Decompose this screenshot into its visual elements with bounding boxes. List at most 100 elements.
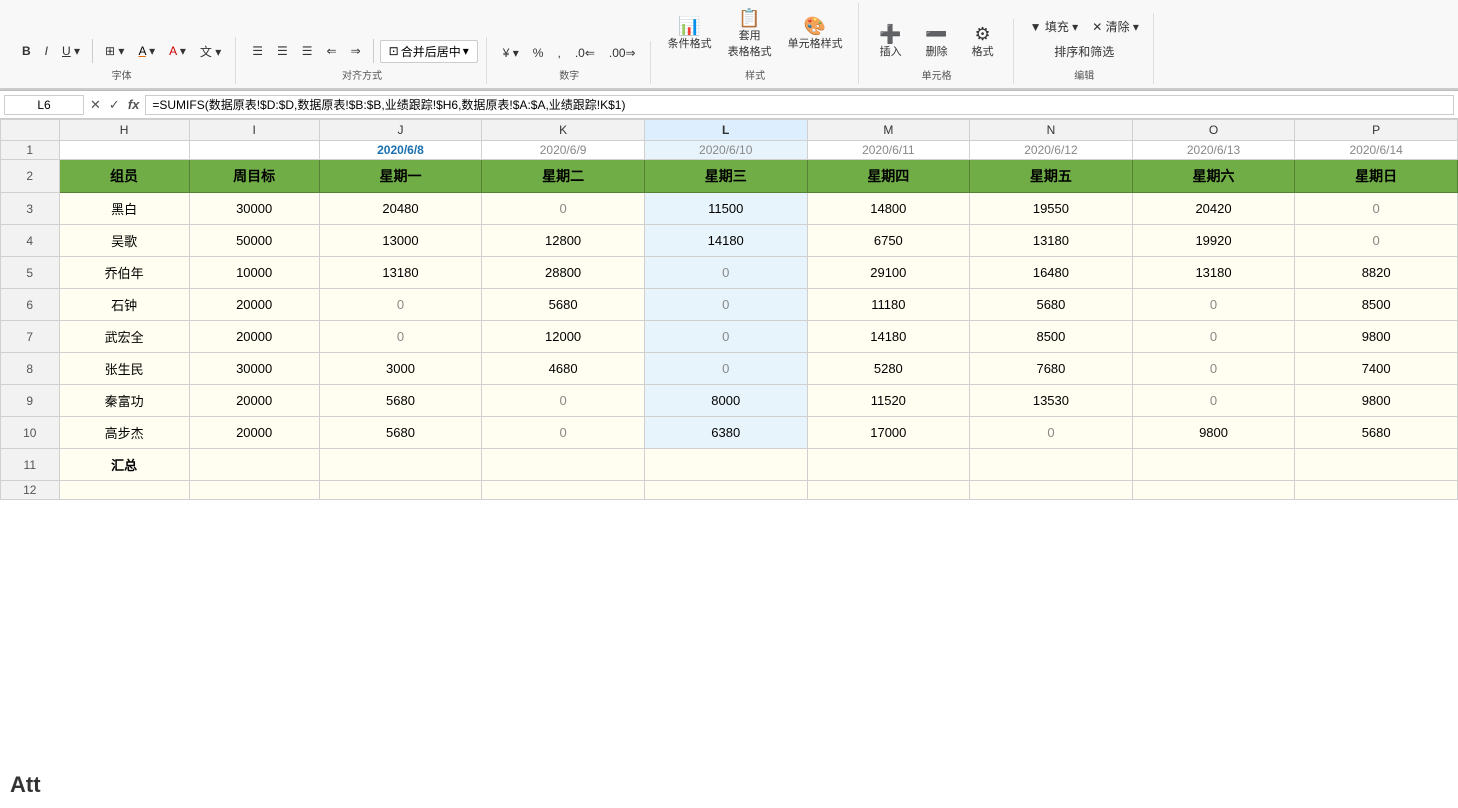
cell-sun-8[interactable]: 7400 [1295,353,1458,385]
row-num-5[interactable]: 5 [1,257,60,289]
cell-mon-10[interactable]: 5680 [319,417,482,449]
row-num-7[interactable]: 7 [1,321,60,353]
indent-right-button[interactable]: ⇒ [345,41,367,61]
cell-fri-7[interactable]: 8500 [970,321,1133,353]
cell-wed-4[interactable]: 14180 [644,225,807,257]
cell-tue-3[interactable]: 0 [482,193,645,225]
cell-sat-9[interactable]: 0 [1132,385,1295,417]
cell-style-button[interactable]: 🎨 单元格样式 [781,13,850,55]
cell-name-10[interactable]: 高步杰 [59,417,189,449]
cell-wed-6[interactable]: 0 [644,289,807,321]
cell-mon-5[interactable]: 13180 [319,257,482,289]
cell-summary-2[interactable] [189,449,319,481]
col-header-M[interactable]: M [807,120,970,141]
percent-button[interactable]: % [527,43,550,63]
cell-name-7[interactable]: 武宏全 [59,321,189,353]
italic-button[interactable]: I [39,41,54,61]
cell-mon-9[interactable]: 5680 [319,385,482,417]
cell-summary-4[interactable] [482,449,645,481]
cell-name-5[interactable]: 乔伯年 [59,257,189,289]
insert-button[interactable]: ➕ 插入 [869,21,913,63]
empty-cell-1[interactable] [59,481,189,500]
col-header-O[interactable]: O [1132,120,1295,141]
clear-button[interactable]: ✕ 清除 ▾ [1086,15,1145,38]
cell-target-7[interactable]: 20000 [189,321,319,353]
cell-reference-input[interactable] [4,95,84,115]
dec-dec-button[interactable]: .00⇒ [603,43,642,63]
cell-fri-9[interactable]: 13530 [970,385,1133,417]
cell-summary-6[interactable] [807,449,970,481]
dec-inc-button[interactable]: .0⇐ [569,43,601,63]
sort-filter-button[interactable]: 排序和筛选 [1048,40,1120,63]
cell-mon-6[interactable]: 0 [319,289,482,321]
cell-tue-9[interactable]: 0 [482,385,645,417]
cell-thu-5[interactable]: 29100 [807,257,970,289]
cell-sat-5[interactable]: 13180 [1132,257,1295,289]
cell-target-6[interactable]: 20000 [189,289,319,321]
cell-sat-4[interactable]: 19920 [1132,225,1295,257]
cell-sun-3[interactable]: 0 [1295,193,1458,225]
cancel-icon[interactable]: ✕ [88,97,103,113]
cell-name-4[interactable]: 吴歌 [59,225,189,257]
cell-tue-6[interactable]: 5680 [482,289,645,321]
cell-name-9[interactable]: 秦富功 [59,385,189,417]
row-num-4[interactable]: 4 [1,225,60,257]
cell-summary-9[interactable] [1295,449,1458,481]
delete-button[interactable]: ➖ 删除 [915,21,959,63]
cell-fri-4[interactable]: 13180 [970,225,1133,257]
row-num-6[interactable]: 6 [1,289,60,321]
cell-sat-6[interactable]: 0 [1132,289,1295,321]
col-header-K[interactable]: K [482,120,645,141]
cell-thu-4[interactable]: 6750 [807,225,970,257]
border-button[interactable]: ⊞ ▾ [99,41,130,61]
format-button[interactable]: ⚙ 格式 [961,21,1005,63]
font-color-button[interactable]: A ▾ [163,41,192,61]
cell-thu-9[interactable]: 11520 [807,385,970,417]
cell-name-3[interactable]: 黑白 [59,193,189,225]
cell-fri-3[interactable]: 19550 [970,193,1133,225]
cell-summary-8[interactable] [1132,449,1295,481]
align-right-button[interactable]: ☰ [296,41,319,61]
cell-fri-5[interactable]: 16480 [970,257,1133,289]
cell-thu-3[interactable]: 14800 [807,193,970,225]
col-header-L[interactable]: L [644,120,807,141]
comma-button[interactable]: , [551,43,566,63]
cell-summary-7[interactable] [970,449,1133,481]
cell-sat-7[interactable]: 0 [1132,321,1295,353]
cell-sat-10[interactable]: 9800 [1132,417,1295,449]
bold-button[interactable]: B [16,41,37,61]
cell-tue-10[interactable]: 0 [482,417,645,449]
cell-fri-10[interactable]: 0 [970,417,1133,449]
cell-sun-5[interactable]: 8820 [1295,257,1458,289]
cell-summary-3[interactable] [319,449,482,481]
col-header-J[interactable]: J [319,120,482,141]
cell-tue-8[interactable]: 4680 [482,353,645,385]
cell-sat-3[interactable]: 20420 [1132,193,1295,225]
fill-button[interactable]: ▼ 填充 ▾ [1024,15,1085,38]
cell-wed-7[interactable]: 0 [644,321,807,353]
cell-target-8[interactable]: 30000 [189,353,319,385]
cell-sun-4[interactable]: 0 [1295,225,1458,257]
cell-target-4[interactable]: 50000 [189,225,319,257]
confirm-icon[interactable]: ✓ [107,97,122,113]
cell-tue-4[interactable]: 12800 [482,225,645,257]
cell-thu-8[interactable]: 5280 [807,353,970,385]
cell-wed-9[interactable]: 8000 [644,385,807,417]
cell-fri-8[interactable]: 7680 [970,353,1133,385]
underline-button[interactable]: U ▾ [56,41,86,61]
col-header-P[interactable]: P [1295,120,1458,141]
indent-left-button[interactable]: ⇐ [321,41,343,61]
fill-color-button[interactable]: A ▾ [132,41,161,61]
row-num-8[interactable]: 8 [1,353,60,385]
cell-thu-6[interactable]: 11180 [807,289,970,321]
cell-mon-7[interactable]: 0 [319,321,482,353]
row-num-9[interactable]: 9 [1,385,60,417]
empty-cell-4[interactable] [482,481,645,500]
empty-cell-8[interactable] [1132,481,1295,500]
table-format-button[interactable]: 📋 套用表格格式 [721,5,779,63]
cell-sun-10[interactable]: 5680 [1295,417,1458,449]
empty-cell-9[interactable] [1295,481,1458,500]
cell-tue-5[interactable]: 28800 [482,257,645,289]
fx-icon[interactable]: fx [126,97,142,112]
cell-sun-9[interactable]: 9800 [1295,385,1458,417]
